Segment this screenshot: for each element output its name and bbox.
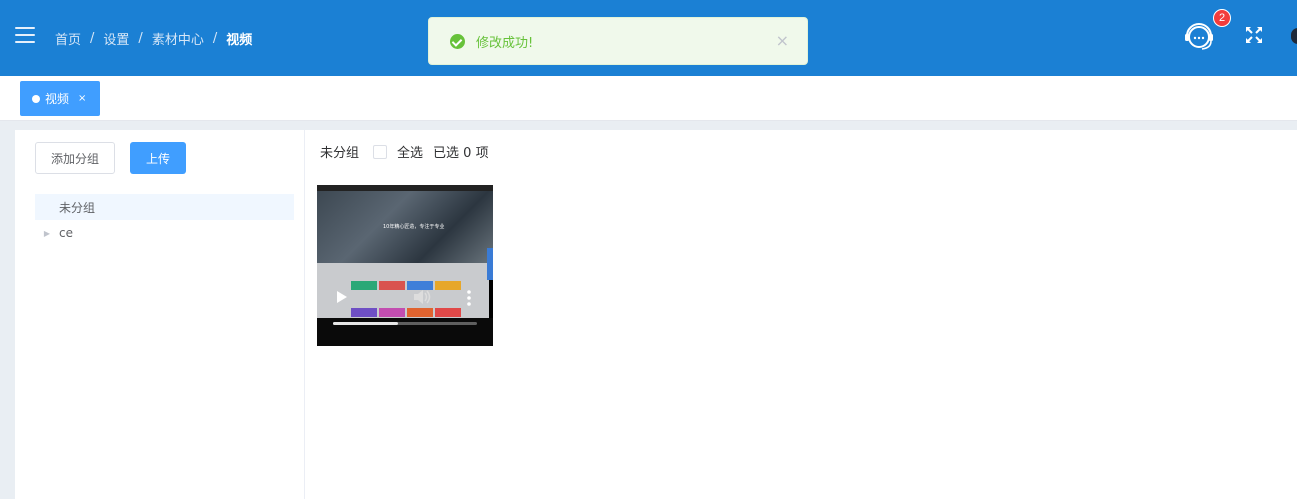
group-sidebar: 添加分组 上传 未分组 ▶ ce bbox=[15, 130, 305, 499]
thumbnail-tile bbox=[435, 308, 461, 317]
headset-icon[interactable] bbox=[1183, 22, 1215, 52]
group-label: ce bbox=[59, 226, 73, 240]
video-item[interactable]: 10年精心匠造，专注于专业 bbox=[317, 185, 493, 346]
notification-badge: 2 bbox=[1213, 9, 1231, 27]
avatar[interactable] bbox=[1291, 28, 1297, 44]
play-icon[interactable] bbox=[337, 291, 347, 303]
thumbnail-caption: 10年精心匠造，专注于专业 bbox=[383, 224, 445, 230]
media-toolbar: 未分组 全选 已选 0 项 bbox=[320, 142, 489, 161]
success-toast: 修改成功! × bbox=[428, 17, 808, 65]
breadcrumb-separator: / bbox=[138, 31, 143, 46]
select-all-checkbox[interactable] bbox=[373, 144, 388, 159]
fullscreen-icon[interactable] bbox=[1245, 26, 1263, 44]
toast-close-icon[interactable]: × bbox=[776, 33, 789, 49]
thumbnail-side-strip bbox=[487, 248, 493, 280]
caret-right-icon[interactable]: ▶ bbox=[35, 229, 59, 238]
tab-video[interactable]: 视频 × bbox=[20, 81, 100, 116]
select-all-label[interactable]: 全选 bbox=[397, 142, 423, 161]
group-label: 未分组 bbox=[59, 200, 96, 215]
thumbnail-tile bbox=[435, 281, 461, 290]
breadcrumb: 首页 / 设置 / 素材中心 / 视频 bbox=[55, 29, 252, 48]
thumbnail-tile bbox=[379, 308, 405, 317]
toast-message: 修改成功! bbox=[476, 35, 534, 51]
selected-count: 已选 0 项 bbox=[433, 146, 489, 161]
video-thumbnail: 10年精心匠造，专注于专业 bbox=[317, 185, 493, 263]
breadcrumb-material-center[interactable]: 素材中心 bbox=[152, 29, 204, 48]
breadcrumb-home[interactable]: 首页 bbox=[55, 29, 81, 48]
breadcrumb-settings[interactable]: 设置 bbox=[103, 29, 129, 48]
thumbnail-nav-bar bbox=[317, 185, 493, 191]
volume-icon[interactable] bbox=[413, 289, 431, 305]
tab-close-icon[interactable]: × bbox=[78, 93, 86, 104]
breadcrumb-current: 视频 bbox=[226, 33, 253, 48]
group-tree: 未分组 ▶ ce bbox=[35, 194, 294, 246]
group-item-ungrouped[interactable]: 未分组 bbox=[35, 194, 294, 220]
media-content: 未分组 全选 已选 0 项 10年精心匠造，专注于专业 bbox=[305, 130, 1297, 499]
breadcrumb-separator: / bbox=[90, 31, 95, 46]
add-group-button[interactable]: 添加分组 bbox=[35, 142, 115, 174]
more-options-icon[interactable] bbox=[467, 290, 471, 306]
thumbnail-tile bbox=[379, 281, 405, 290]
tabs-bar: 视频 × bbox=[0, 76, 1297, 121]
upload-button[interactable]: 上传 bbox=[130, 142, 186, 174]
tab-label: 视频 bbox=[45, 92, 70, 106]
thumbnail-tile bbox=[407, 308, 433, 317]
group-item-ce[interactable]: ▶ ce bbox=[35, 220, 294, 246]
hamburger-icon[interactable] bbox=[15, 27, 35, 43]
video-progress-bar[interactable] bbox=[333, 322, 477, 325]
video-progress-fill bbox=[333, 322, 398, 325]
current-group-title: 未分组 bbox=[320, 146, 360, 161]
thumbnail-tile bbox=[351, 308, 377, 317]
tab-active-dot bbox=[32, 94, 40, 103]
thumbnail-tile bbox=[351, 281, 377, 290]
breadcrumb-separator: / bbox=[212, 31, 218, 46]
main-panel: 添加分组 上传 未分组 ▶ ce 未分组 全选 已选 0 项 10年精心匠造，专… bbox=[15, 130, 1297, 499]
success-check-icon bbox=[450, 33, 465, 49]
